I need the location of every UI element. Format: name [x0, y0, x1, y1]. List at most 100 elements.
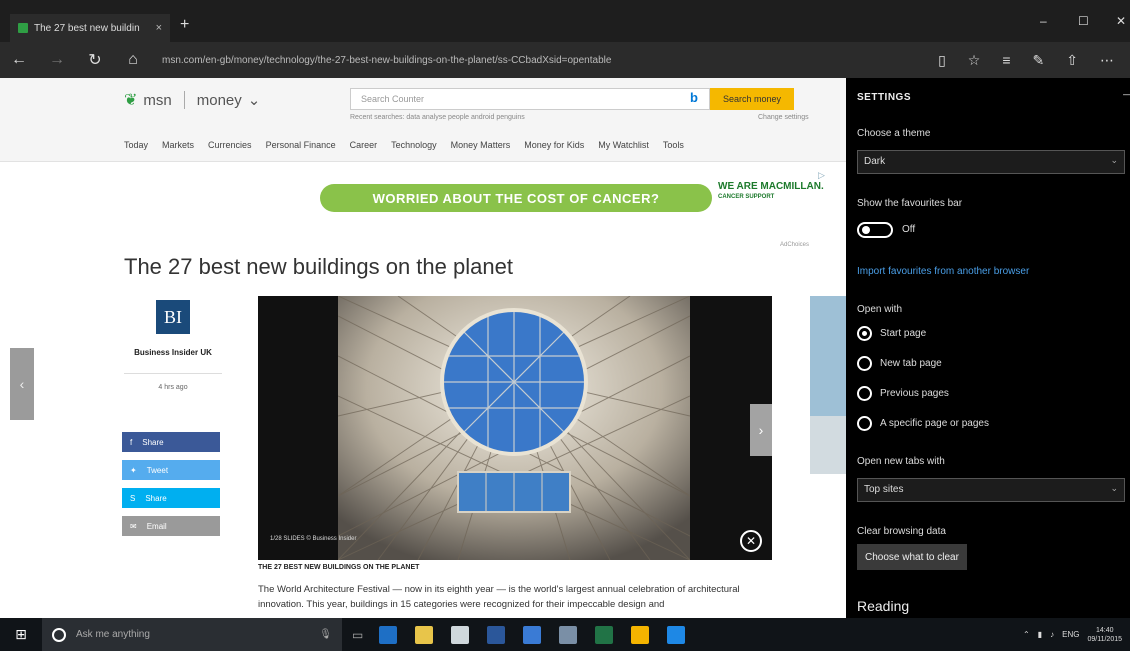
nav-technology[interactable]: Technology: [391, 140, 437, 150]
browser-tab[interactable]: The 27 best new buildin ×: [10, 14, 170, 42]
slideshow[interactable]: 1/28 SLIDES © Business Insider ✕: [258, 296, 772, 560]
source-name[interactable]: Business Insider UK: [124, 348, 222, 357]
volume-icon[interactable]: ♪: [1050, 630, 1054, 639]
close-window-button[interactable]: ✕: [1116, 14, 1126, 28]
bing-icon: b: [690, 90, 698, 105]
hub-icon[interactable]: ≡: [1002, 52, 1010, 69]
chevron-down-icon[interactable]: ⌄: [248, 91, 261, 109]
home-button[interactable]: ⌂: [114, 51, 152, 69]
ie-app-icon[interactable]: [667, 625, 686, 644]
refresh-button[interactable]: ↻: [76, 50, 114, 70]
microphone-icon[interactable]: 🎙: [319, 629, 332, 640]
settings-app-icon[interactable]: [523, 625, 542, 644]
radio-previous-pages[interactable]: Previous pages: [857, 386, 949, 401]
email-icon: ✉: [130, 521, 137, 531]
ad-brand-sub: CANCER SUPPORT: [718, 194, 775, 200]
nav-money-for-kids[interactable]: Money for Kids: [524, 140, 584, 150]
system-tray: ⌃ ▮ ♪ ENG 14:40 09/11/2015: [1023, 626, 1122, 644]
nav-today[interactable]: Today: [124, 140, 148, 150]
nav-money-matters[interactable]: Money Matters: [451, 140, 511, 150]
network-icon[interactable]: ▮: [1038, 630, 1042, 639]
facebook-share-button[interactable]: f Share: [122, 432, 220, 452]
import-favourites-link[interactable]: Import favourites from another browser: [857, 266, 1029, 277]
nav-career[interactable]: Career: [350, 140, 378, 150]
next-slide-arrow[interactable]: ›: [750, 404, 772, 456]
radio-specific-pages[interactable]: A specific page or pages: [857, 416, 989, 431]
word-app-icon[interactable]: [487, 625, 506, 644]
toggle-knob: [862, 226, 870, 234]
pin-icon[interactable]: ⊣: [1122, 88, 1130, 102]
nav-tools[interactable]: Tools: [663, 140, 684, 150]
photos-app-icon[interactable]: [559, 625, 578, 644]
back-button[interactable]: ←: [0, 51, 38, 69]
email-share-button[interactable]: ✉ Email: [122, 516, 220, 536]
tab-close-icon[interactable]: ×: [156, 22, 162, 34]
drive-app-icon[interactable]: [631, 625, 650, 644]
msn-logo[interactable]: ❦ msn money ⌄: [124, 90, 260, 110]
business-insider-logo[interactable]: BI: [156, 300, 190, 334]
msn-search-input[interactable]: Search Counter: [350, 88, 710, 110]
msn-butterfly-icon: ❦: [124, 92, 138, 109]
radio-new-tab-page[interactable]: New tab page: [857, 356, 942, 371]
excel-app-icon[interactable]: [595, 625, 614, 644]
radio-label: A specific page or pages: [880, 418, 989, 429]
msn-section[interactable]: money: [197, 92, 242, 109]
edge-app-icon[interactable]: [379, 625, 398, 644]
logo-divider: [183, 91, 185, 109]
clock[interactable]: 14:40 09/11/2015: [1087, 626, 1122, 644]
cortana-placeholder: Ask me anything: [76, 629, 150, 640]
windows-start-icon[interactable]: ⊞: [0, 626, 42, 643]
radio-selected-icon: [857, 326, 872, 341]
twitter-share-button[interactable]: ✦ Tweet: [122, 460, 220, 480]
radio-start-page[interactable]: Start page: [857, 326, 926, 341]
favorite-star-icon[interactable]: ☆: [968, 52, 981, 69]
nav-currencies[interactable]: Currencies: [208, 140, 252, 150]
web-note-icon[interactable]: ✎: [1033, 52, 1045, 69]
store-app-icon[interactable]: [451, 625, 470, 644]
reading-view-icon[interactable]: ▯: [938, 52, 946, 69]
web-page: ❦ msn money ⌄ Search Counter b Search mo…: [0, 78, 846, 618]
clock-date: 09/11/2015: [1087, 635, 1122, 643]
skype-share-label: Share: [145, 493, 167, 503]
share-icon[interactable]: ⇧: [1066, 52, 1078, 69]
adchoices-icon[interactable]: ▷: [818, 170, 825, 181]
twitter-icon: ✦: [130, 465, 137, 475]
file-explorer-app-icon[interactable]: [415, 625, 434, 644]
nav-personal-finance[interactable]: Personal Finance: [266, 140, 336, 150]
minimize-button[interactable]: –: [1040, 14, 1047, 28]
favbar-state: Off: [902, 224, 916, 235]
forward-button[interactable]: →: [38, 51, 76, 69]
previous-arrow[interactable]: ‹: [10, 348, 34, 420]
radio-label: New tab page: [880, 358, 942, 369]
article-body: The World Architecture Festival — now in…: [258, 584, 740, 610]
task-view-icon[interactable]: ▭: [352, 628, 363, 642]
recent-searches[interactable]: Recent searches: data analyse people and…: [350, 114, 525, 121]
nav-markets[interactable]: Markets: [162, 140, 194, 150]
nav-my-watchlist[interactable]: My Watchlist: [598, 140, 649, 150]
maximize-button[interactable]: ☐: [1078, 14, 1089, 28]
url-field[interactable]: msn.com/en-gb/money/technology/the-27-be…: [162, 55, 938, 66]
next-article-preview[interactable]: [810, 296, 846, 474]
msn-brand: msn: [143, 91, 172, 109]
clear-data-label: Clear browsing data: [857, 526, 946, 537]
cortana-search[interactable]: Ask me anything 🎙: [42, 618, 342, 651]
skype-share-button[interactable]: S Share: [122, 488, 220, 508]
more-icon[interactable]: ⋯: [1100, 52, 1114, 69]
theme-label: Choose a theme: [857, 128, 931, 139]
twitter-share-label: Tweet: [146, 465, 169, 475]
advertisement-banner[interactable]: WORRIED ABOUT THE COST OF CANCER? WE ARE…: [316, 168, 828, 228]
choose-what-to-clear-button[interactable]: Choose what to clear: [857, 544, 967, 570]
close-slideshow-icon[interactable]: ✕: [740, 530, 762, 552]
language-indicator[interactable]: ENG: [1062, 630, 1079, 639]
tray-chevron-icon[interactable]: ⌃: [1023, 630, 1030, 639]
ad-caption[interactable]: AdChoices: [780, 242, 809, 248]
facebook-share-label: Share: [142, 437, 164, 447]
new-tab-button[interactable]: +: [180, 16, 189, 34]
slide-title: THE 27 BEST NEW BUILDINGS ON THE PLANET: [258, 564, 420, 571]
search-money-button[interactable]: Search money: [710, 88, 794, 110]
change-settings-link[interactable]: Change settings: [758, 114, 809, 121]
new-tabs-select[interactable]: Top sites ⌄: [857, 478, 1125, 502]
radio-icon: [857, 386, 872, 401]
theme-select[interactable]: Dark ⌄: [857, 150, 1125, 174]
favbar-toggle[interactable]: [857, 222, 893, 238]
